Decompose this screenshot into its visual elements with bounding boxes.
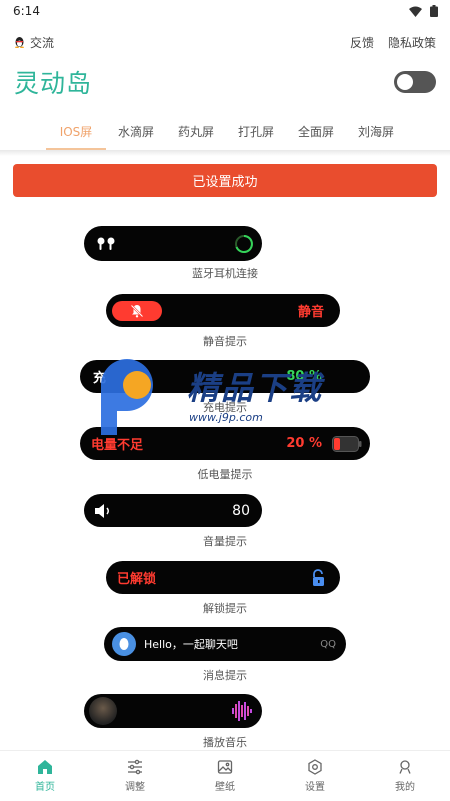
user-icon xyxy=(399,760,411,774)
screen-type-tabs: IOS屏 水滴屏 药丸屏 打孔屏 全面屏 刘海屏 xyxy=(0,112,450,150)
tab-punch-hole[interactable]: 打孔屏 xyxy=(226,112,286,150)
message-caption: 消息提示 xyxy=(203,669,247,682)
tab-notch[interactable]: 刘海屏 xyxy=(346,112,406,150)
status-time: 6:14 xyxy=(13,4,40,18)
tabs-divider xyxy=(0,150,450,156)
volume-value: 80 xyxy=(232,502,250,519)
music-caption: 播放音乐 xyxy=(203,736,247,749)
gear-icon xyxy=(308,759,322,775)
music-preview[interactable] xyxy=(84,694,262,728)
watermark-logo-icon xyxy=(101,359,153,435)
unlock-preview[interactable]: 已解锁 xyxy=(106,561,340,594)
tab-pill[interactable]: 药丸屏 xyxy=(166,112,226,150)
tab-ios[interactable]: IOS屏 xyxy=(46,112,106,150)
bluetooth-preview[interactable] xyxy=(84,226,262,261)
unlock-caption: 解锁提示 xyxy=(203,602,247,615)
qq-penguin-icon xyxy=(15,37,24,48)
nav-adjust-label: 调整 xyxy=(125,782,145,793)
feedback-link[interactable]: 反馈 xyxy=(350,34,374,51)
speaker-icon xyxy=(95,503,109,518)
nav-profile[interactable]: 我的 xyxy=(360,751,450,801)
nav-home-label: 首页 xyxy=(35,782,55,793)
mute-label: 静音 xyxy=(297,305,324,320)
unlock-icon xyxy=(313,568,324,586)
battery-icon xyxy=(430,5,438,17)
qq-icon xyxy=(119,638,129,650)
island-toggle[interactable] xyxy=(394,71,436,93)
connecting-spinner-icon xyxy=(235,234,253,253)
nav-settings[interactable]: 设置 xyxy=(270,751,360,801)
wifi-icon xyxy=(409,6,422,17)
tab-fullscreen[interactable]: 全面屏 xyxy=(286,112,346,150)
tab-waterdrop[interactable]: 水滴屏 xyxy=(106,112,166,150)
album-art xyxy=(89,697,117,725)
bluetooth-caption: 蓝牙耳机连接 xyxy=(192,267,258,280)
community-label: 交流 xyxy=(30,35,55,50)
toggle-knob xyxy=(397,74,413,90)
image-icon xyxy=(217,760,233,774)
volume-caption: 音量提示 xyxy=(203,535,247,548)
unlock-label: 已解锁 xyxy=(117,572,157,587)
community-link[interactable]: 交流 xyxy=(14,34,54,51)
nav-adjust[interactable]: 调整 xyxy=(90,751,180,801)
sliders-icon xyxy=(128,759,142,775)
watermark-text: 精品下载 xyxy=(187,369,324,407)
status-bar: 6:14 xyxy=(0,0,450,22)
bottom-nav: 首页 调整 壁纸 设置 我的 xyxy=(0,750,450,801)
bell-off-icon xyxy=(130,304,144,317)
nav-profile-label: 我的 xyxy=(395,782,415,793)
volume-preview[interactable]: 80 xyxy=(84,494,262,527)
nav-wallpaper[interactable]: 壁纸 xyxy=(180,751,270,801)
site-watermark: 精品下载 www.j9p.com xyxy=(95,355,365,445)
nav-settings-label: 设置 xyxy=(305,782,325,793)
waveform-icon xyxy=(232,701,252,721)
mute-badge xyxy=(112,300,162,321)
privacy-link[interactable]: 隐私政策 xyxy=(388,34,436,51)
setup-success-button[interactable]: 已设置成功 xyxy=(13,164,437,197)
mute-preview[interactable]: 静音 xyxy=(106,294,340,327)
nav-home[interactable]: 首页 xyxy=(0,751,90,801)
home-icon xyxy=(38,760,52,774)
app-title: 灵动岛 xyxy=(14,69,93,98)
message-preview[interactable]: Hello，一起聊天吧 QQ xyxy=(104,627,346,661)
message-source: QQ xyxy=(320,638,336,650)
mute-caption: 静音提示 xyxy=(203,335,247,348)
earbuds-icon xyxy=(97,237,115,250)
top-row: 交流 反馈 隐私政策 xyxy=(0,32,450,52)
qq-avatar xyxy=(112,632,136,656)
nav-wallpaper-label: 壁纸 xyxy=(215,782,235,793)
message-text: Hello，一起聊天吧 xyxy=(144,638,238,651)
watermark-url: www.j9p.com xyxy=(189,411,263,424)
low-battery-caption: 低电量提示 xyxy=(197,468,253,481)
